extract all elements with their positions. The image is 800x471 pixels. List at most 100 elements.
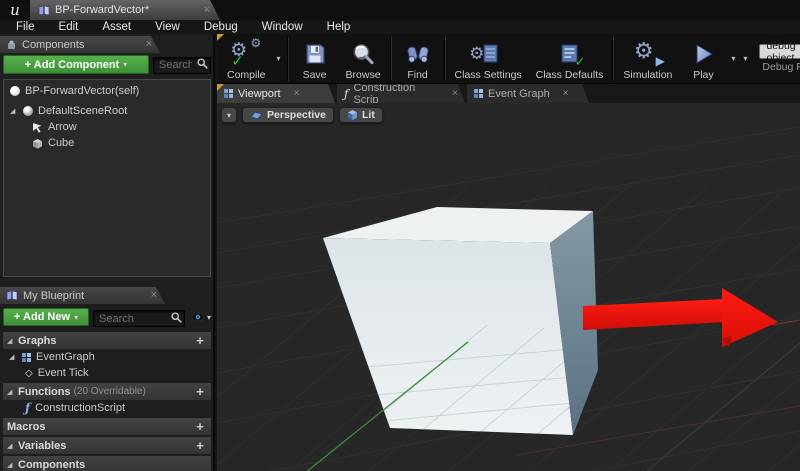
viewport-icon [224, 89, 233, 98]
save-button[interactable]: Save [291, 36, 339, 82]
lit-cube-icon [347, 110, 357, 121]
variables-section-header[interactable]: ◢ Variables + [3, 437, 211, 454]
tree-row-label: Cube [48, 137, 75, 149]
tree-row-cube[interactable]: Cube [4, 135, 210, 151]
simulation-button[interactable]: ⚙ ▶ Simulation [616, 36, 679, 82]
menu-help[interactable]: Help [315, 21, 363, 33]
constructionscript-label: ConstructionScript [35, 402, 126, 414]
add-new-button[interactable]: + Add New ▾ [3, 308, 89, 326]
tab-event-graph[interactable]: Event Graph × [467, 84, 589, 103]
play-icon: ▶ [655, 53, 665, 68]
menu-view[interactable]: View [143, 21, 192, 33]
simulation-label: Simulation [623, 68, 673, 81]
tree-row-label: BP-ForwardVector(self) [25, 85, 140, 97]
components-section-header[interactable]: ◢ Components [3, 456, 211, 471]
close-icon[interactable]: × [146, 39, 152, 50]
menu-debug[interactable]: Debug [192, 21, 250, 33]
class-settings-button[interactable]: ⚙ Class Settings [448, 36, 529, 82]
perspective-button[interactable]: Perspective [242, 107, 334, 123]
function-icon: ƒ [25, 401, 31, 415]
document-tabs: Viewport × ƒ Construction Scrip × Event … [217, 84, 800, 103]
blueprint-toolbar: ⚙ ⚙ ✓ Compile ▾ Save Browse Find ⚙ Class… [217, 28, 800, 84]
menu-file[interactable]: File [4, 21, 47, 33]
menu-asset[interactable]: Asset [90, 21, 143, 33]
expander-icon[interactable]: ◢ [7, 442, 15, 450]
add-new-label: + Add New [13, 311, 71, 323]
save-label: Save [302, 68, 327, 81]
add-variable-button[interactable]: + [193, 438, 207, 453]
debug-object-select[interactable]: No debug object selected ▾ [759, 28, 800, 76]
macros-header-label: Macros [7, 420, 46, 433]
compile-options-dropdown[interactable]: ▾ [273, 54, 285, 63]
viewport-options-button[interactable]: ▾ [221, 107, 238, 123]
expander-icon[interactable]: ◢ [7, 388, 15, 396]
graphs-header-label: Graphs [18, 334, 57, 347]
graphs-section-header[interactable]: ◢ Graphs + [3, 332, 211, 349]
debug-filter-label: Debug Filter [762, 61, 800, 73]
my-blueprint-list: ◢ Graphs + ◢ EventGraph ◇ Event Tick ◢ F… [3, 332, 211, 471]
functions-section-header[interactable]: ◢ Functions (20 Overridable) + [3, 383, 211, 400]
constructionscript-row[interactable]: ƒ ConstructionScript [3, 400, 211, 416]
add-graph-button[interactable]: + [193, 333, 207, 348]
graph-icon [22, 352, 31, 362]
add-component-label: + Add Component [24, 58, 120, 71]
event-graph-icon [474, 89, 483, 98]
close-icon[interactable]: × [204, 5, 210, 16]
lit-label: Lit [361, 109, 375, 121]
functions-header-label: Functions [18, 385, 71, 398]
search-icon [171, 311, 182, 323]
class-defaults-button[interactable]: ✓ Class Defaults [529, 36, 611, 82]
perspective-icon [250, 111, 263, 120]
add-function-button[interactable]: + [193, 384, 207, 399]
play-button[interactable]: Play [679, 36, 727, 82]
search-icon [197, 58, 208, 69]
browse-button[interactable]: Browse [339, 36, 388, 82]
play-label: Play [693, 68, 714, 81]
gear-icon: ⚙ [633, 37, 654, 63]
unreal-blueprint-editor: u BP-ForwardVector* × File Edit Asset Vi… [0, 0, 800, 471]
components-icon [6, 40, 17, 50]
close-icon[interactable]: × [294, 89, 300, 99]
magnifier-icon [353, 43, 374, 64]
my-blueprint-panel-tab[interactable]: My Blueprint × [0, 287, 165, 304]
asset-tab-label: BP-ForwardVector* [55, 4, 150, 16]
lit-mode-button[interactable]: Lit [338, 107, 383, 123]
tree-row-self[interactable]: BP-ForwardVector(self) [4, 83, 210, 99]
tree-row-defaultsceneroot[interactable]: ◢ DefaultSceneRoot [4, 103, 210, 119]
debug-options-dropdown[interactable]: ▾ [739, 54, 751, 63]
expander-icon[interactable]: ◢ [7, 337, 15, 345]
expander-icon[interactable]: ◢ [7, 461, 15, 469]
tab-construction-label: Construction Scrip [353, 81, 416, 106]
asset-document-tab[interactable]: BP-ForwardVector* × [30, 0, 220, 20]
expander-icon[interactable]: ◢ [10, 107, 18, 115]
eventgraph-row[interactable]: ◢ EventGraph [3, 349, 211, 365]
title-bar: u BP-ForwardVector* × [0, 0, 800, 20]
tab-construction-script[interactable]: ƒ Construction Scrip × [337, 84, 465, 103]
main-area: ⚙ ⚙ ✓ Compile ▾ Save Browse Find ⚙ Class… [217, 28, 800, 471]
blueprint-book-icon [6, 290, 18, 301]
components-header-label: Components [18, 458, 86, 471]
add-macro-button[interactable]: + [193, 419, 207, 434]
class-settings-label: Class Settings [454, 68, 522, 81]
compile-button[interactable]: ⚙ ⚙ ✓ Compile [220, 36, 273, 82]
find-button[interactable]: Find [394, 36, 442, 82]
macros-section-header[interactable]: Macros + [3, 418, 211, 435]
viewport-scene [217, 103, 800, 471]
tab-viewport[interactable]: Viewport × [217, 84, 335, 103]
menu-edit[interactable]: Edit [47, 21, 91, 33]
function-icon: ƒ [344, 86, 349, 101]
visibility-filter[interactable]: ▾ [189, 312, 211, 322]
close-icon[interactable]: × [452, 89, 458, 99]
components-panel-tab[interactable]: Components × [0, 36, 160, 53]
close-icon[interactable]: × [151, 290, 157, 301]
tree-row-arrow[interactable]: Arrow [4, 119, 210, 135]
menu-window[interactable]: Window [250, 21, 315, 33]
expander-icon[interactable]: ◢ [9, 353, 17, 361]
close-icon[interactable]: × [563, 89, 569, 99]
active-tab-marker [217, 84, 224, 91]
browse-label: Browse [345, 68, 381, 81]
add-component-button[interactable]: + Add Component ▾ [3, 55, 149, 74]
event-tick-row[interactable]: ◇ Event Tick [3, 365, 211, 381]
play-options-dropdown[interactable]: ▾ [727, 54, 739, 63]
viewport-3d-canvas[interactable]: ▾ Perspective Lit [217, 103, 800, 471]
